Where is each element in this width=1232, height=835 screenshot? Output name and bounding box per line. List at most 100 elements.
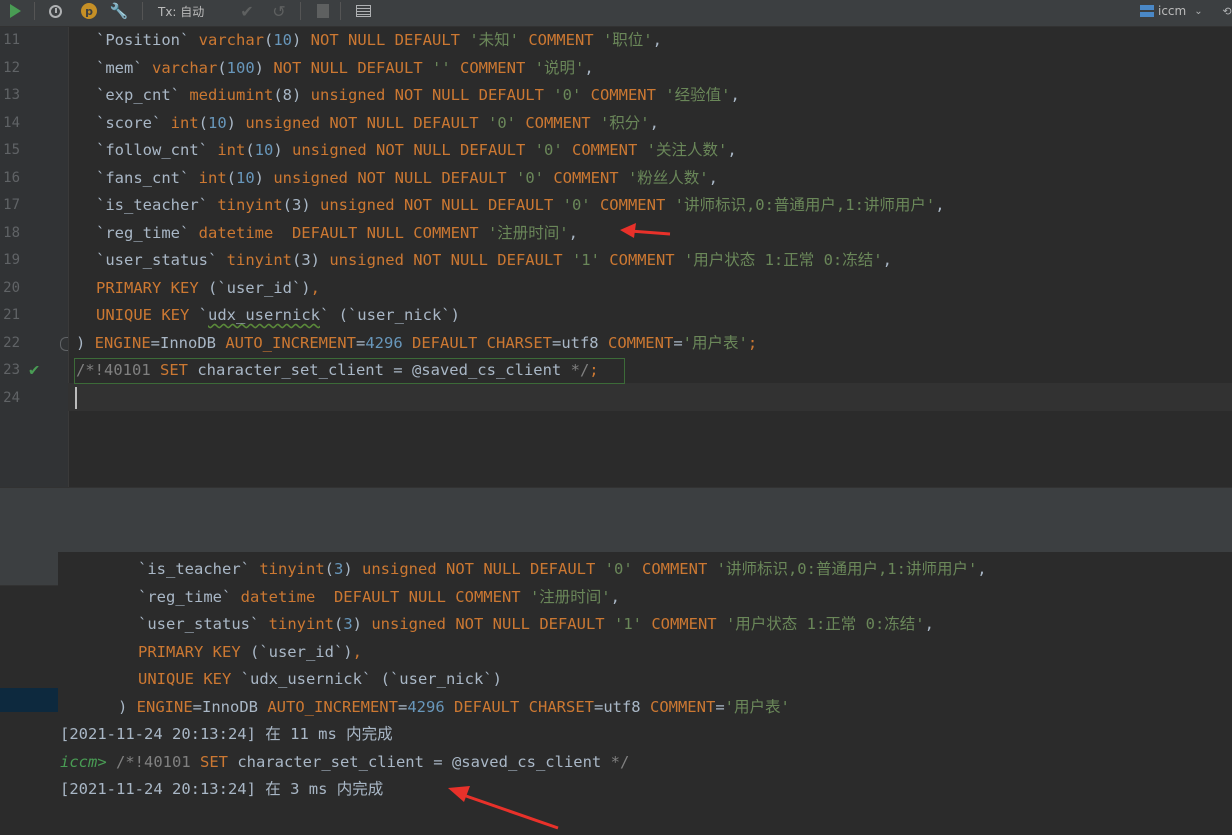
code-token: , [610, 587, 620, 606]
code-token: DEFAULT CHARSET [454, 697, 594, 716]
code-token: `mem` [96, 58, 152, 77]
code-token: '0' [534, 141, 572, 159]
code-token: '讲师标识,0:普通用户,1:讲师用户' [716, 560, 978, 578]
console-header [58, 520, 1232, 552]
code-token: /*!40101 [76, 361, 160, 379]
code-line[interactable]: `exp_cnt` mediumint(8) unsigned NOT NULL… [96, 82, 740, 110]
code-token: , [584, 58, 594, 77]
code-token: '积分' [599, 113, 650, 132]
code-token: character_set_client = @saved_cs_client [237, 752, 611, 771]
line-number: 11 [3, 32, 20, 48]
panel-splitter[interactable] [0, 487, 1232, 521]
code-token: `reg_time` [138, 587, 241, 606]
rollback-icon[interactable]: ↺ [268, 0, 290, 22]
transaction-mode-dropdown[interactable]: Tx: 自动 [158, 0, 218, 22]
text-caret [75, 387, 77, 409]
code-token: UNIQUE KEY [96, 306, 199, 324]
code-token: 10 [236, 168, 255, 187]
code-token: '经验值' [665, 86, 731, 104]
code-line[interactable]: `fans_cnt` int(10) unsigned NOT NULL DEF… [96, 165, 718, 193]
code-line[interactable]: `score` int(10) unsigned NOT NULL DEFAUL… [96, 110, 659, 138]
code-token: SET [200, 752, 238, 771]
code-token: 10 [254, 141, 274, 159]
code-token: unsigned NOT NULL DEFAULT [329, 251, 572, 269]
line-number: 20 [3, 279, 20, 296]
toolbar-divider [142, 2, 143, 20]
toolbar-divider [340, 2, 341, 20]
line-number: 19 [3, 252, 20, 268]
code-token: PRIMARY KEY [96, 278, 208, 297]
code-token: ) [292, 31, 311, 49]
toolbar-divider [300, 2, 301, 20]
code-token: `user_status` [138, 615, 269, 633]
code-token: ) [352, 615, 372, 633]
code-token: ( [245, 141, 255, 159]
commit-check-icon[interactable]: ✔ [236, 0, 258, 22]
code-line[interactable]: `follow_cnt` int(10) unsigned NOT NULL D… [96, 137, 737, 165]
console-line: UNIQUE KEY `udx_usernick` (`user_nick`) [138, 666, 502, 694]
code-token: tinyint [268, 615, 334, 633]
code-line[interactable]: `mem` varchar(100) NOT NULL DEFAULT '' C… [96, 55, 594, 83]
code-token: `is_teacher` [138, 560, 260, 578]
code-line[interactable]: `user_status` tinyint(3) unsigned NOT NU… [96, 247, 892, 275]
code-line[interactable]: /*!40101 SET character_set_client = @sav… [76, 357, 599, 385]
arrow-shaft [465, 794, 559, 830]
stop-icon[interactable] [312, 0, 334, 22]
code-token: varchar [152, 58, 218, 77]
output-console[interactable]: `is_teacher` tinyint(3) unsigned NOT NUL… [58, 552, 1232, 835]
code-token: COMMENT [607, 333, 674, 352]
code-token: /*!40101 [116, 752, 200, 771]
code-token: 4296 [365, 333, 412, 352]
code-token: '用户表' [724, 697, 790, 716]
code-token: ( [333, 615, 344, 633]
code-token: unsigned NOT NULL DEFAULT [319, 196, 563, 214]
code-token: '0' [553, 86, 591, 104]
profile-p-icon[interactable]: p [78, 0, 100, 22]
code-line[interactable]: PRIMARY KEY (`user_id`), [96, 275, 320, 303]
console-line: PRIMARY KEY (`user_id`), [138, 639, 362, 667]
code-token: COMMENT [641, 560, 717, 578]
code-token: datetime DEFAULT NULL COMMENT [198, 223, 488, 242]
code-token: '0' [487, 113, 526, 132]
more-icon[interactable]: ⟲ [1222, 0, 1232, 22]
sql-editor[interactable]: ✔ 11 12 13 14 15 16 17 18 19 20 21 22 23 24 `Position`… [0, 27, 1232, 487]
code-token: '注册时间' [487, 223, 569, 242]
code-token: ENGINE [94, 333, 151, 352]
run-icon[interactable] [4, 0, 26, 22]
table-view-icon[interactable] [352, 0, 374, 22]
code-line[interactable]: UNIQUE KEY `udx_usernick` (`user_nick`) [96, 302, 460, 330]
code-line[interactable]: ) ENGINE=InnoDB AUTO_INCREMENT=4296 DEFA… [76, 330, 757, 358]
code-token: ( [198, 113, 208, 132]
code-token: = [673, 333, 683, 352]
code-line[interactable]: `Position` varchar(10) NOT NULL DEFAULT … [96, 27, 662, 55]
code-token: '1' [571, 251, 610, 269]
code-token: [2021-11-24 20:13:24] 在 3 ms 内完成 [60, 780, 384, 798]
code-line[interactable]: `reg_time` datetime DEFAULT NULL COMMENT… [96, 220, 578, 248]
services-selected-item[interactable] [0, 688, 58, 712]
code-token: 10 [208, 113, 227, 132]
code-token: , [568, 223, 578, 242]
code-token: , [977, 560, 987, 578]
fold-marker-icon[interactable] [60, 337, 68, 351]
connection-selector[interactable]: iccm ⌄ [1140, 0, 1220, 22]
code-token: ( [263, 31, 274, 49]
code-token: ) [76, 333, 95, 352]
code-line[interactable]: `is_teacher` tinyint(3) unsigned NOT NUL… [96, 192, 945, 220]
code-token: `Position` [96, 31, 199, 49]
arrow-head [448, 786, 470, 802]
code-token: NOT NULL DEFAULT [273, 58, 432, 77]
line-number: 13 [3, 87, 20, 103]
code-token: , [935, 196, 945, 214]
code-token: COMMENT [525, 113, 600, 132]
code-token: (3) [291, 251, 330, 269]
history-icon[interactable] [44, 0, 66, 22]
code-token: , [652, 31, 662, 49]
wrench-icon[interactable]: 🔧 [108, 0, 130, 22]
code-token: 4296 [407, 697, 454, 716]
console-line: `is_teacher` tinyint(3) unsigned NOT NUL… [138, 556, 987, 584]
code-token: ) [273, 141, 293, 159]
code-token: 3 [343, 615, 353, 633]
code-token: AUTO_INCREMENT [225, 333, 356, 352]
code-token: unsigned NOT NULL DEFAULT [371, 615, 614, 633]
line-number: 15 [3, 142, 20, 158]
